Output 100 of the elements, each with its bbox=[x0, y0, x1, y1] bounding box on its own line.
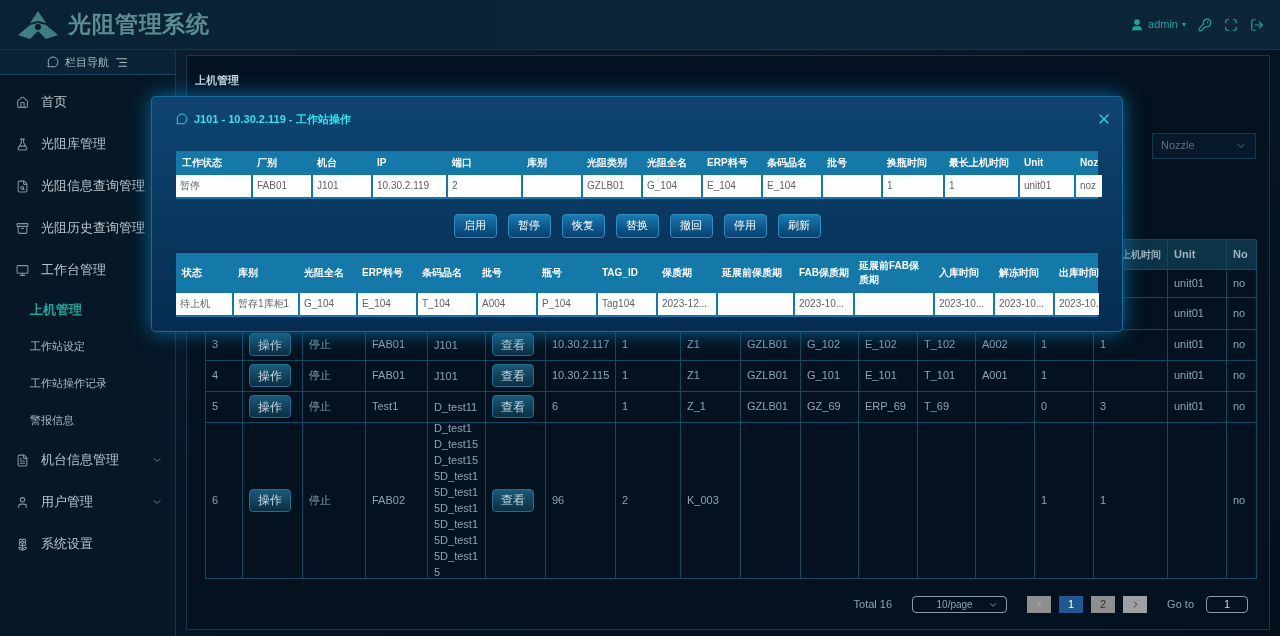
table-cell: 1 bbox=[945, 174, 1018, 197]
nav-item[interactable]: 用户管理 bbox=[0, 481, 175, 523]
action-button[interactable]: 停用 bbox=[723, 213, 767, 238]
column-header: 光阻全名 bbox=[304, 265, 344, 280]
table-cell: 2023-10... bbox=[935, 292, 993, 315]
key-icon[interactable] bbox=[1198, 17, 1212, 32]
nav-icon bbox=[16, 495, 29, 509]
page-button[interactable]: 1 bbox=[1059, 596, 1084, 613]
page-button[interactable]: 2 bbox=[1091, 596, 1116, 613]
nav-item[interactable]: 机台信息管理 bbox=[0, 439, 175, 481]
table-cell: 1 bbox=[616, 391, 681, 423]
table-cell: 1 bbox=[1035, 360, 1094, 392]
column-header: 保质期 bbox=[662, 265, 692, 280]
action-button[interactable]: 刷新 bbox=[777, 213, 821, 238]
table-cell: 停止 bbox=[303, 360, 366, 392]
column-header: 批号 bbox=[827, 155, 847, 170]
table-cell: K_003 bbox=[681, 422, 741, 579]
table-cell: T_69 bbox=[918, 391, 976, 423]
column-header: ERP料号 bbox=[707, 155, 748, 170]
action-button[interactable]: 启用 bbox=[453, 213, 497, 238]
table-cell: A004 bbox=[478, 292, 536, 315]
column-header: FAB保质期 bbox=[799, 265, 849, 280]
column-header: 最长上机时间 bbox=[949, 155, 1009, 170]
table-cell: GZLB01 bbox=[583, 174, 641, 197]
table-cell: unit01 bbox=[1168, 391, 1227, 423]
column-header: 状态 bbox=[182, 265, 202, 280]
column-header: ERP料号 bbox=[362, 265, 403, 280]
view-button[interactable]: 查看 bbox=[492, 395, 534, 418]
table-cell: 1 bbox=[616, 360, 681, 392]
menu-icon[interactable] bbox=[115, 55, 128, 69]
column-header: 机台 bbox=[317, 155, 337, 170]
column-header: 厂别 bbox=[257, 155, 277, 170]
table-cell: 2 bbox=[616, 422, 681, 579]
table-cell: unit01 bbox=[1168, 329, 1227, 361]
table-cell: 4 bbox=[206, 360, 243, 392]
fullscreen-icon[interactable] bbox=[1224, 17, 1238, 32]
goto-label: Go to bbox=[1167, 597, 1194, 613]
table-cell: no bbox=[1227, 269, 1257, 298]
table-cell: Z_1 bbox=[681, 391, 741, 423]
column-header: 解冻时间 bbox=[999, 265, 1039, 280]
nav-item[interactable]: 工作台管理 bbox=[0, 249, 175, 291]
app-title: 光阻管理系统 bbox=[68, 10, 210, 40]
view-button[interactable]: 查看 bbox=[492, 364, 534, 387]
table-cell: 暂停 bbox=[176, 174, 251, 197]
table-cell: no bbox=[1227, 329, 1257, 361]
nav-item[interactable]: 光阻库管理 bbox=[0, 123, 175, 165]
table-cell: Tag104 bbox=[598, 292, 656, 315]
action-button[interactable]: 撤回 bbox=[669, 213, 713, 238]
table-cell: G_104 bbox=[643, 174, 701, 197]
nav-subitem[interactable]: 警报信息 bbox=[0, 402, 175, 439]
user-menu[interactable]: admin ▾ bbox=[1130, 16, 1186, 33]
action-button[interactable]: 暂停 bbox=[507, 213, 551, 238]
table-cell: 0 bbox=[1035, 391, 1094, 423]
table-cell: T_101 bbox=[918, 360, 976, 392]
operate-button[interactable]: 操作 bbox=[249, 364, 291, 387]
table-cell: 10.30.2.119 bbox=[373, 174, 446, 197]
action-button[interactable]: 恢复 bbox=[561, 213, 605, 238]
column-header: 批号 bbox=[482, 265, 502, 280]
column-header: No bbox=[1227, 239, 1257, 270]
total-count: Total 16 bbox=[853, 597, 893, 613]
chat-icon bbox=[176, 113, 188, 126]
table-cell: unit01 bbox=[1168, 269, 1227, 298]
table-cell: FAB01 bbox=[253, 174, 311, 197]
nav-icon bbox=[16, 453, 29, 467]
goto-field[interactable]: 1 bbox=[1206, 596, 1248, 613]
nav-icon bbox=[16, 95, 29, 109]
table-cell: FAB01 bbox=[366, 360, 428, 392]
nav-item[interactable]: 首页 bbox=[0, 81, 175, 123]
table-cell: 2023-10. bbox=[1055, 292, 1099, 315]
operate-button[interactable]: 操作 bbox=[249, 333, 291, 356]
table-cell: 2023-10... bbox=[995, 292, 1053, 315]
operate-button[interactable]: 操作 bbox=[249, 488, 291, 512]
action-button[interactable]: 替换 bbox=[615, 213, 659, 238]
table-cell: 待上机 bbox=[176, 292, 232, 315]
user-icon bbox=[1130, 17, 1145, 32]
operate-button[interactable]: 操作 bbox=[249, 395, 291, 418]
nozzle-select[interactable]: Nozzle bbox=[1152, 132, 1256, 159]
page-size-select[interactable]: 10/page bbox=[912, 596, 1008, 613]
nav-subitem[interactable]: 工作站设定 bbox=[0, 328, 175, 365]
table-cell: 6 bbox=[206, 422, 243, 579]
column-header: 库别 bbox=[238, 265, 258, 280]
logout-icon[interactable] bbox=[1250, 17, 1264, 32]
next-page-button[interactable] bbox=[1123, 596, 1148, 613]
view-button[interactable]: 查看 bbox=[492, 488, 534, 512]
table-cell: 2023-10... bbox=[795, 292, 853, 315]
nav-item[interactable]: 光阻信息查询管理 bbox=[0, 165, 175, 207]
nav-icon bbox=[16, 179, 29, 193]
nav-item[interactable]: 系统设置 bbox=[0, 523, 175, 565]
nav-subitem[interactable]: 工作站操作记录 bbox=[0, 365, 175, 402]
table-cell: 3 bbox=[1094, 391, 1168, 423]
nav-item[interactable]: 光阻历史查询管理 bbox=[0, 207, 175, 249]
view-button[interactable]: 查看 bbox=[492, 333, 534, 356]
table-cell: E_104 bbox=[358, 292, 416, 315]
table-cell: E_101 bbox=[859, 360, 918, 392]
table-cell: Test1 bbox=[366, 391, 428, 423]
table-cell: GZLB01 bbox=[741, 360, 801, 392]
table-cell: 2 bbox=[448, 174, 521, 197]
table-cell: D_test1D_test15D_test155D_test15D_test15D_test15D_test15D_test15D_test15 bbox=[428, 422, 486, 579]
column-header: 延展前FAB保质期 bbox=[859, 258, 920, 287]
table-cell: no bbox=[1227, 297, 1257, 330]
